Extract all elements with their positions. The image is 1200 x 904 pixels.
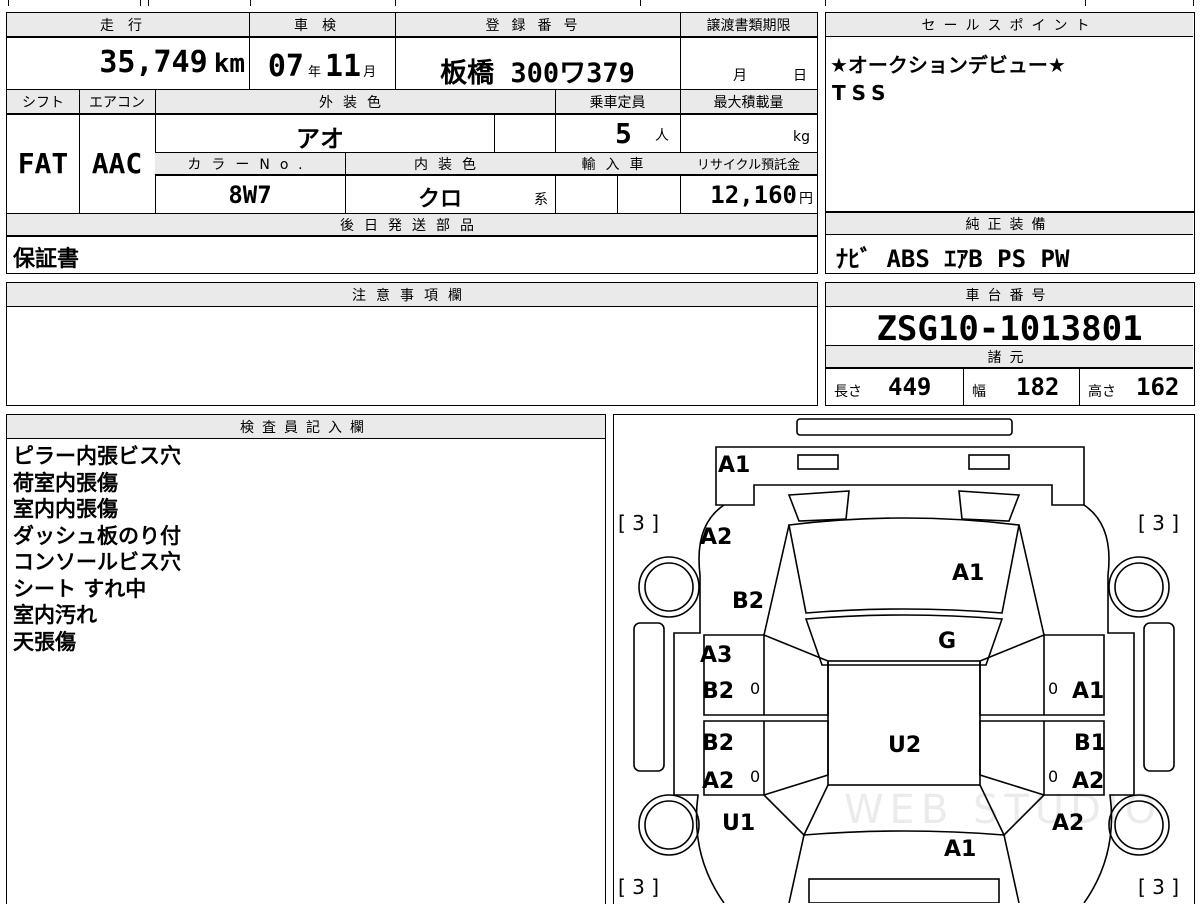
aircon-value: AAC bbox=[91, 147, 143, 180]
shift-value: FAT bbox=[17, 147, 69, 180]
mark-left-front-fender: U1 bbox=[722, 811, 756, 836]
recycle-fee-label: リサイクル預託金 bbox=[696, 158, 801, 173]
capacity-label: 乗車定員 bbox=[589, 95, 646, 111]
mark-left-front-door-a: A2 bbox=[702, 769, 735, 794]
chassis-value: ZSG10-1013801 bbox=[876, 309, 1143, 349]
inspector-note-7: 室内汚れ bbox=[13, 603, 97, 627]
max-load-label: 最大積載量 bbox=[713, 95, 784, 111]
zero-mark-2: 0 bbox=[750, 767, 761, 786]
mark-left-front-door-b: B2 bbox=[702, 731, 735, 756]
registration-label: 登録番号 bbox=[485, 18, 590, 34]
interior-suffix: 系 bbox=[534, 192, 548, 208]
exterior-color-label: 外装色 bbox=[319, 95, 391, 111]
aircon-label: エアコン bbox=[89, 95, 145, 111]
inspector-label: 検査員記入欄 bbox=[240, 420, 372, 436]
mark-left-rear-fender: B2 bbox=[732, 589, 765, 614]
remarks-label: 注意事項欄 bbox=[352, 288, 472, 304]
later-parts-value: 保証書 bbox=[13, 247, 80, 272]
width-label: 幅 bbox=[972, 384, 986, 400]
watermark: WEB STUDIO bbox=[844, 787, 1163, 833]
zero-mark-3: 0 bbox=[1048, 679, 1059, 698]
yen-unit: 円 bbox=[799, 191, 813, 207]
mileage-value: 35,749 km bbox=[7, 45, 245, 80]
tire-mark-rl: [ 3 ] bbox=[618, 511, 660, 535]
interior-color-value: クロ bbox=[417, 187, 462, 212]
factory-equipment-value: ﾅﾋﾞ ABS ｴｱB PS PW bbox=[836, 245, 1070, 273]
import-label: 輸入車 bbox=[581, 157, 654, 173]
width-value: 182 bbox=[1016, 373, 1060, 401]
mark-left-rear-door-a: A3 bbox=[700, 643, 733, 668]
color-no-label: カラーNo. bbox=[187, 157, 313, 173]
mark-rear-glass: A1 bbox=[952, 561, 985, 586]
inspection-value: 07 年 11 月 bbox=[249, 49, 395, 84]
shift-label: シフト bbox=[22, 95, 64, 111]
max-load-unit: kg bbox=[793, 129, 810, 145]
interior-color-label: 内装色 bbox=[414, 157, 486, 173]
inspector-note-2: 荷室内張傷 bbox=[13, 470, 118, 495]
zero-mark-4: 0 bbox=[1048, 767, 1059, 786]
vehicle-info-table: 走行 車検 登録番号 譲渡書類期限 35,749 km 07 年 11 月 板橋 300… bbox=[6, 12, 818, 274]
sales-points-panel: セールスポイント ★オークションデビュー★ TSS bbox=[825, 12, 1195, 212]
height-label: 高さ bbox=[1088, 384, 1116, 400]
capacity-number: 5 bbox=[615, 117, 632, 150]
chassis-panel: 車台番号 ZSG10-1013801 諸元 長さ 449 幅 182 高さ 16… bbox=[825, 282, 1195, 406]
mileage-number: 35,749 bbox=[99, 45, 208, 80]
deadline-day: 日 bbox=[793, 68, 807, 84]
inspector-note-1: ピラー内張ビス穴 bbox=[13, 444, 181, 468]
mark-rear: A1 bbox=[718, 453, 751, 478]
specs-label: 諸元 bbox=[987, 350, 1032, 366]
later-parts-label: 後日発送部品 bbox=[340, 218, 484, 234]
inspection-label: 車検 bbox=[294, 18, 350, 34]
tire-mark-fr: [ 3 ] bbox=[1138, 875, 1180, 899]
inspector-notes-panel: 検査員記入欄 ピラー内張ビス穴 荷室内張傷 室内内張傷 ダッシュ板のり付 コンソ… bbox=[6, 414, 606, 904]
month-unit: 月 bbox=[363, 65, 377, 80]
mileage-unit: km bbox=[213, 49, 245, 79]
mark-right-front-door-b: B1 bbox=[1074, 731, 1107, 756]
year-unit: 年 bbox=[307, 65, 321, 80]
chassis-label: 車台番号 bbox=[965, 288, 1054, 304]
length-value: 449 bbox=[888, 373, 932, 401]
tire-mark-rr: [ 3 ] bbox=[1138, 511, 1180, 535]
mark-right-front-fender: A2 bbox=[1052, 811, 1085, 836]
factory-equipment-panel: 純正装備 ﾅﾋﾞ ABS ｴｱB PS PW bbox=[825, 212, 1195, 274]
mark-roof: G bbox=[938, 629, 957, 654]
sales-points-label: セールスポイント bbox=[921, 18, 1098, 34]
recycle-fee-value: 12,160 円 bbox=[680, 181, 817, 209]
registration-value: 板橋 300ワ379 bbox=[440, 58, 635, 89]
inspection-month: 11 bbox=[325, 49, 362, 84]
capacity-unit: 人 bbox=[655, 128, 669, 144]
inspector-note-8: 天張傷 bbox=[13, 629, 76, 654]
inspector-note-6: シート すれ中 bbox=[13, 576, 147, 601]
mark-floor: U2 bbox=[888, 733, 922, 758]
mark-right-front-door-a: A2 bbox=[1072, 769, 1105, 794]
inspector-note-4: ダッシュ板のり付 bbox=[13, 523, 181, 548]
mark-left-rear-door-b: B2 bbox=[702, 679, 735, 704]
mark-hood: A1 bbox=[944, 837, 977, 862]
inspector-note-5: コンソールビス穴 bbox=[13, 550, 181, 574]
mileage-label: 走行 bbox=[100, 18, 156, 34]
mark-rear-left-quarter: A2 bbox=[700, 525, 733, 550]
deadline-label: 譲渡書類期限 bbox=[706, 18, 791, 34]
remarks-panel: 注意事項欄 bbox=[6, 282, 818, 406]
length-label: 長さ bbox=[834, 384, 862, 400]
sales-point-1: ★オークションデビュー★ bbox=[830, 53, 1066, 77]
exterior-color-value: アオ bbox=[296, 125, 344, 153]
car-diagram-panel: WEB STUDIO [ 3 ] [ 3 ] [ 3 ] [ 3 ] 0 0 0… bbox=[613, 414, 1195, 904]
inspection-year: 07 bbox=[267, 49, 304, 84]
color-no-value: 8W7 bbox=[228, 181, 272, 209]
zero-mark-1: 0 bbox=[750, 679, 761, 698]
tire-mark-fl: [ 3 ] bbox=[618, 875, 660, 899]
recycle-fee-number: 12,160 bbox=[710, 181, 797, 209]
sales-point-2: TSS bbox=[832, 81, 892, 105]
factory-equipment-label: 純正装備 bbox=[965, 217, 1054, 233]
inspector-note-3: 室内内張傷 bbox=[13, 497, 118, 521]
height-value: 162 bbox=[1136, 373, 1180, 401]
top-strip bbox=[0, 0, 1200, 8]
mark-right-rear-door: A1 bbox=[1072, 679, 1105, 704]
deadline-month: 月 bbox=[733, 68, 747, 84]
